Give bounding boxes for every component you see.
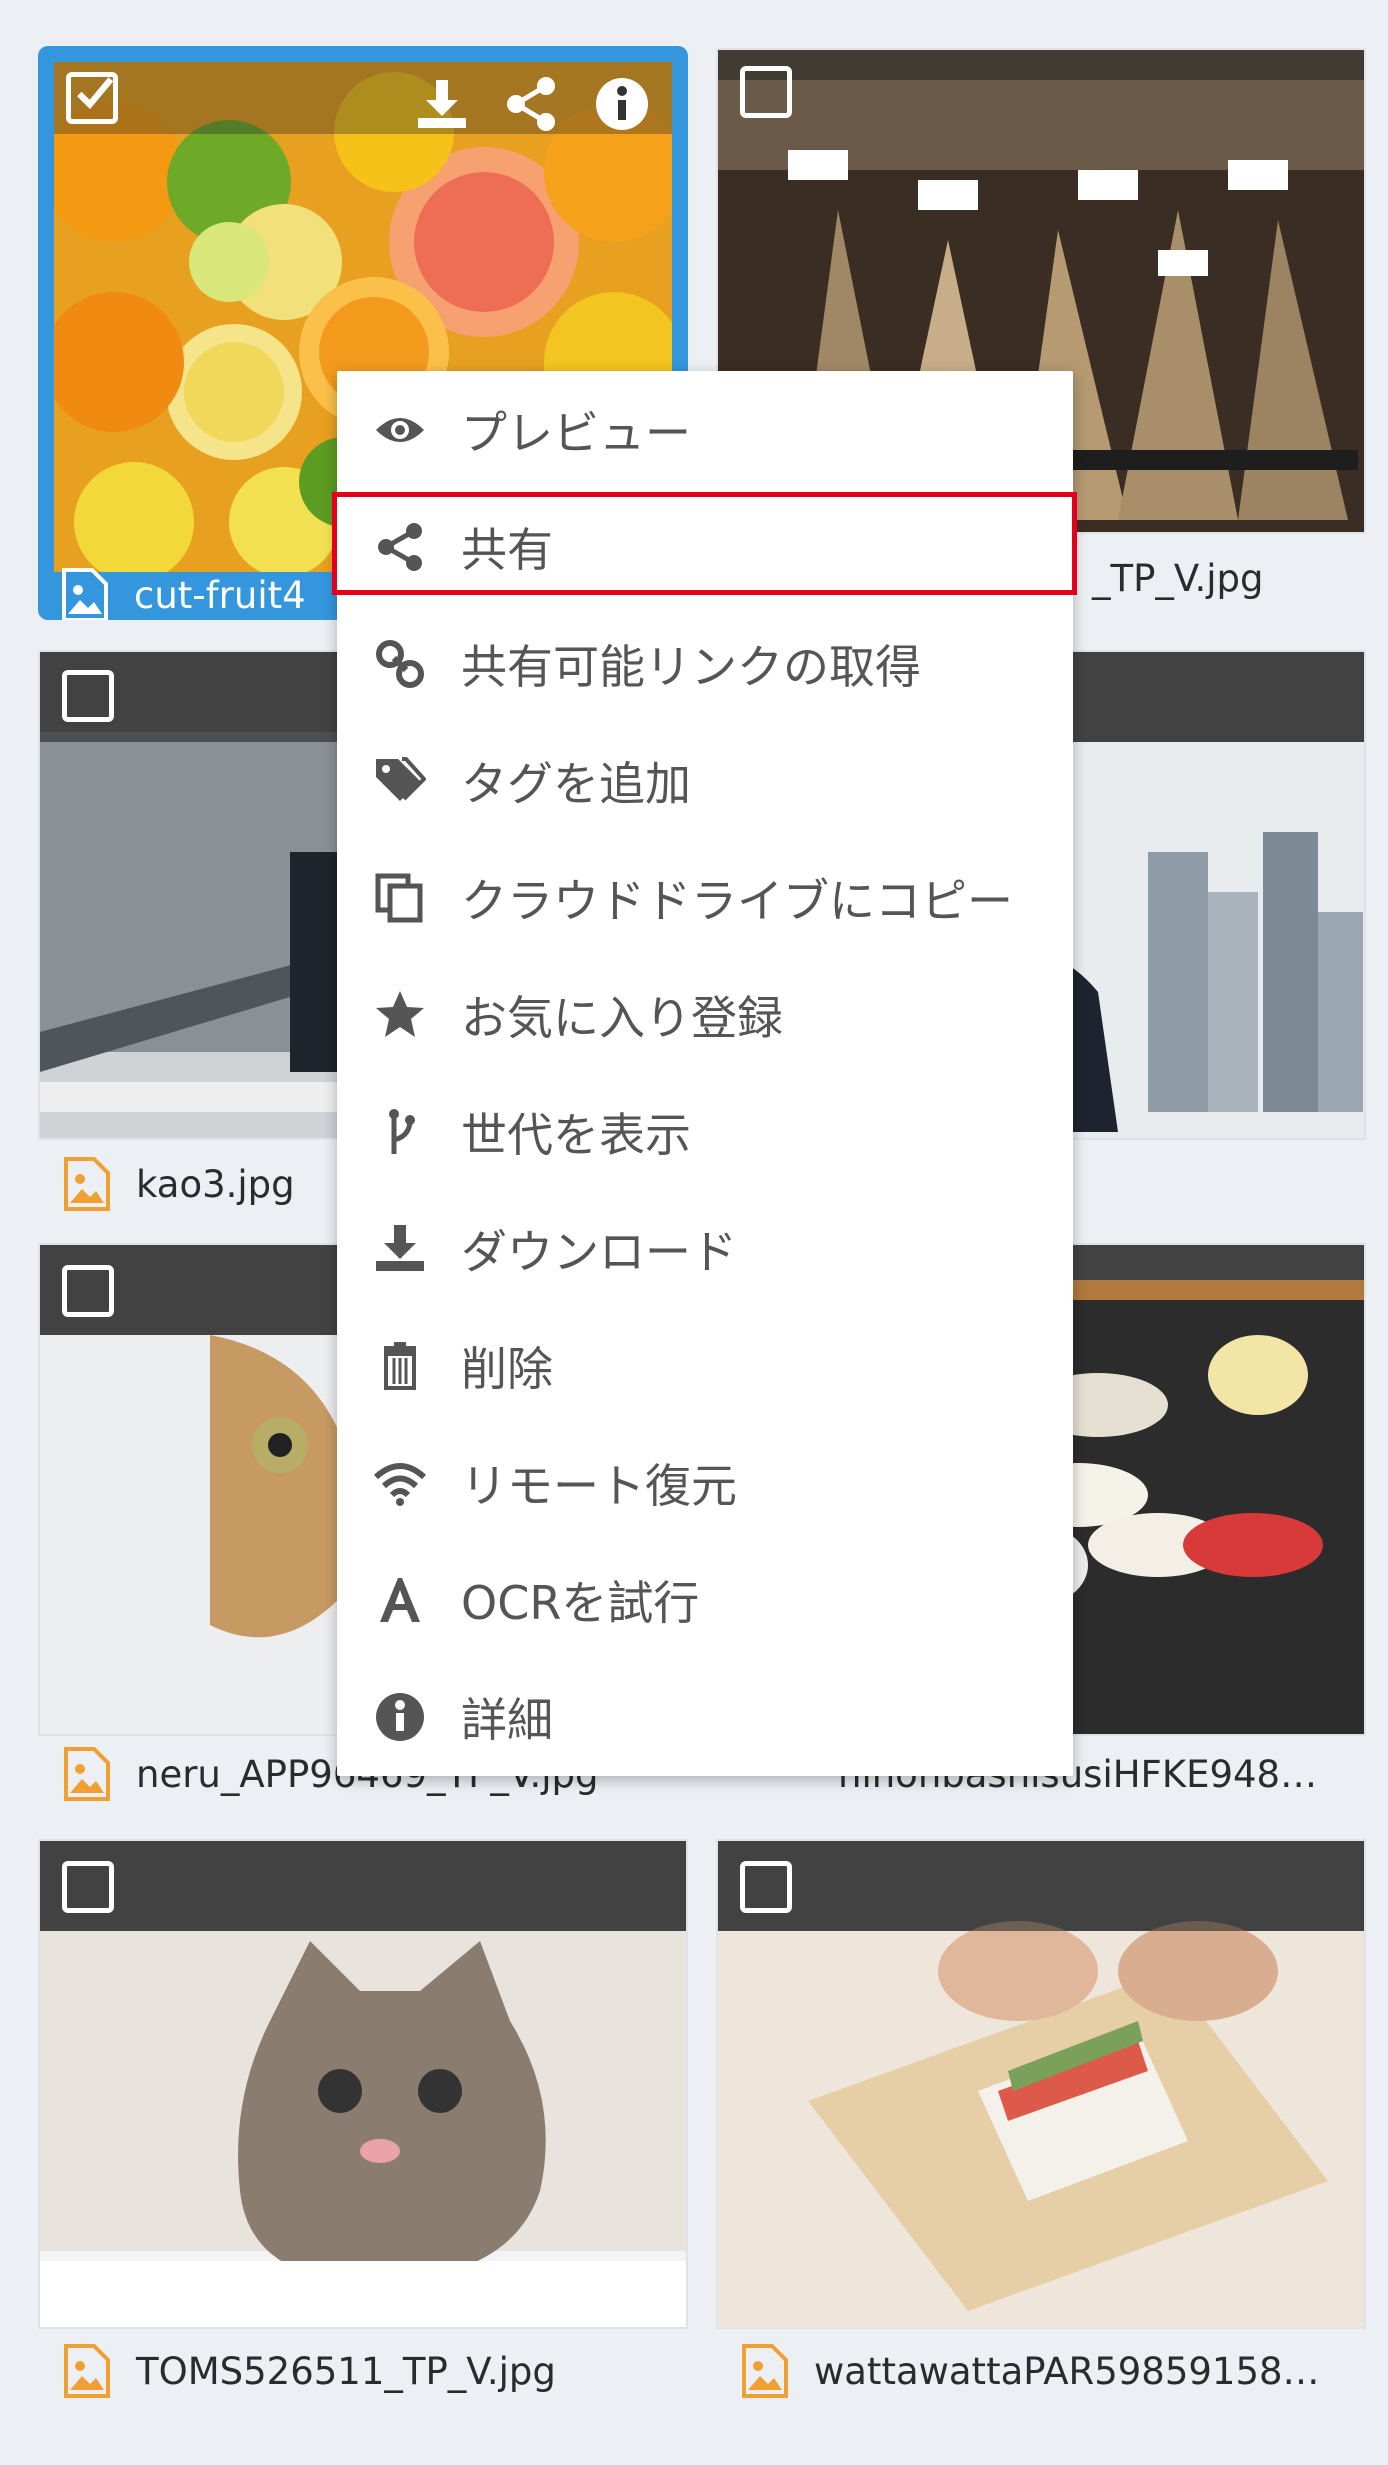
share-icon[interactable] xyxy=(504,76,560,132)
menu-item-preview[interactable]: プレビュー xyxy=(337,371,1073,488)
file-tile-wattawatta[interactable]: wattawattaPAR59859158… xyxy=(716,1839,1366,2399)
menu-item-label: 共有可能リンクの取得 xyxy=(461,639,921,694)
menu-item-versions[interactable]: 世代を表示 xyxy=(337,1073,1073,1190)
copy-icon xyxy=(371,869,429,927)
info-icon xyxy=(371,1688,429,1746)
file-label[interactable]: TOMS526511_TP_V.jpg xyxy=(64,2341,556,2401)
file-label[interactable]: wattawattaPAR59859158… xyxy=(742,2341,1320,2401)
tags-icon xyxy=(371,752,429,810)
toms-thumbnail[interactable] xyxy=(40,1841,686,2327)
file-name: kao3.jpg xyxy=(136,1162,295,1206)
menu-item-details[interactable]: 詳細 xyxy=(337,1658,1073,1775)
menu-item-label: 世代を表示 xyxy=(461,1107,691,1162)
menu-item-label: リモート復元 xyxy=(461,1458,737,1513)
info-icon[interactable] xyxy=(594,76,650,132)
checkbox-checked[interactable] xyxy=(66,72,118,124)
branch-icon xyxy=(371,1103,429,1161)
image-file-icon xyxy=(62,568,108,620)
menu-item-label: ダウンロード xyxy=(461,1224,737,1279)
wattawatta-thumbnail[interactable] xyxy=(718,1841,1364,2327)
menu-item-label: OCRを試行 xyxy=(461,1575,700,1630)
file-label[interactable]: cut-fruit4 xyxy=(62,568,306,620)
eye-icon xyxy=(371,401,429,459)
menu-item-share[interactable]: 共有 xyxy=(337,488,1073,605)
download-icon[interactable] xyxy=(414,76,470,132)
file-name: cut-fruit4 xyxy=(134,573,306,617)
menu-item-copy-cloud[interactable]: クラウドドライブにコピー xyxy=(337,839,1073,956)
context-menu: プレビュー 共有 共有可能リンクの取得 タグを追加 クラウドドライブにコピー お… xyxy=(332,371,1077,1776)
file-card[interactable] xyxy=(38,1839,688,2329)
menu-item-label: クラウドドライブにコピー xyxy=(461,873,1013,928)
menu-item-label: 削除 xyxy=(461,1341,553,1396)
checkbox[interactable] xyxy=(62,670,114,722)
checkbox[interactable] xyxy=(62,1265,114,1317)
image-file-icon xyxy=(64,1747,110,1801)
image-file-icon xyxy=(742,2344,788,2398)
image-file-icon xyxy=(64,2344,110,2398)
menu-item-remote-restore[interactable]: リモート復元 xyxy=(337,1424,1073,1541)
image-file-icon xyxy=(64,1157,110,1211)
menu-item-label: プレビュー xyxy=(461,405,691,460)
link-icon xyxy=(371,635,429,693)
star-icon xyxy=(371,986,429,1044)
download-icon xyxy=(371,1220,429,1278)
menu-item-add-tag[interactable]: タグを追加 xyxy=(337,722,1073,839)
menu-item-label: お気に入り登録 xyxy=(461,990,783,1045)
menu-item-label: 詳細 xyxy=(461,1692,553,1747)
menu-item-delete[interactable]: 削除 xyxy=(337,1307,1073,1424)
file-name: wattawattaPAR59859158… xyxy=(814,2349,1320,2393)
menu-item-get-link[interactable]: 共有可能リンクの取得 xyxy=(337,605,1073,722)
checkbox[interactable] xyxy=(740,1861,792,1913)
file-card[interactable] xyxy=(716,1839,1366,2329)
menu-item-label: タグを追加 xyxy=(461,756,691,811)
file-tile-toms[interactable]: TOMS526511_TP_V.jpg xyxy=(38,1839,688,2399)
checkbox[interactable] xyxy=(740,66,792,118)
share-icon xyxy=(371,518,429,576)
menu-item-favorite[interactable]: お気に入り登録 xyxy=(337,956,1073,1073)
checkbox[interactable] xyxy=(62,1861,114,1913)
file-name: TOMS526511_TP_V.jpg xyxy=(136,2349,556,2393)
trash-icon xyxy=(371,1337,429,1395)
menu-item-label: 共有 xyxy=(461,522,553,577)
font-a-icon xyxy=(371,1571,429,1629)
wifi-icon xyxy=(371,1454,429,1512)
menu-item-ocr[interactable]: OCRを試行 xyxy=(337,1541,1073,1658)
menu-item-download[interactable]: ダウンロード xyxy=(337,1190,1073,1307)
file-label[interactable]: kao3.jpg xyxy=(64,1154,295,1214)
